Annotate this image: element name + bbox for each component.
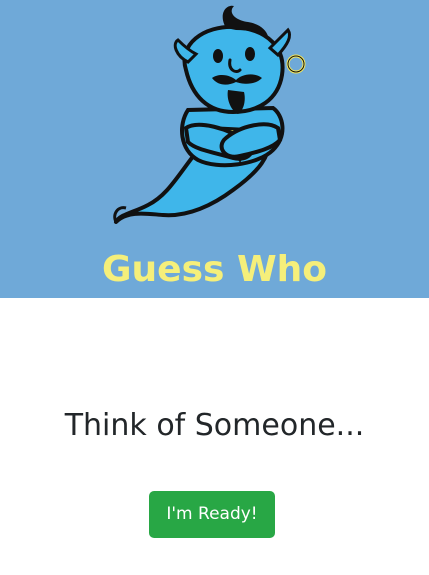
app-title: Guess Who: [101, 249, 328, 290]
page-prompt: Think of Someone...: [64, 408, 365, 443]
ready-button[interactable]: I'm Ready!: [149, 491, 275, 538]
hero-banner: Guess Who: [0, 0, 429, 298]
genie-icon: [113, 5, 306, 224]
